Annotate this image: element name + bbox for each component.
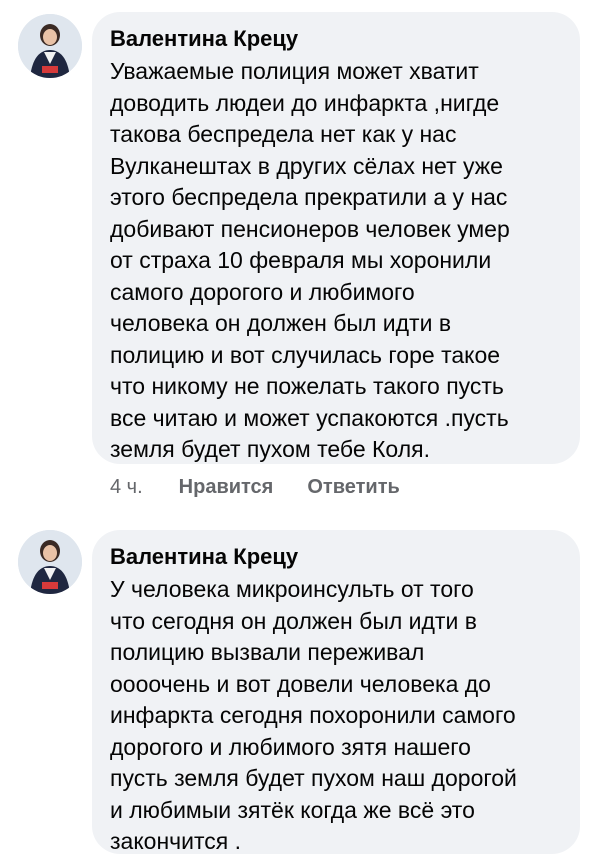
comment-line: самого дорогого и любимого: [110, 278, 415, 305]
comment-line: от страха 10 февраля мы хоронили: [110, 247, 492, 273]
comment-line: что сегодня он должен был идти в: [110, 607, 477, 634]
comment-text: У человека микроинсульть от того что сег…: [110, 574, 562, 858]
comment-line: полицию вызвали переживал: [110, 639, 425, 665]
user-avatar-icon: [18, 14, 82, 78]
comment-line: инфаркта сегодня похоронили самого: [110, 702, 516, 728]
comment-line: пусть земля будет пухом наш дорогой: [110, 765, 517, 791]
user-avatar-icon: [18, 530, 82, 594]
comment-line: и любимыи зятёк когда же всё это: [110, 796, 475, 823]
comment-actions: 4 ч. Нравится Ответить: [110, 474, 400, 500]
comment-line: такова беспредела нет как у нас: [110, 121, 457, 147]
comment-author[interactable]: Валентина Крецу: [110, 542, 562, 572]
comment-line: добивают пенсионеров человек умер: [110, 215, 510, 242]
comment-line: Уважаемые полиция может хватит: [110, 58, 479, 84]
comment-line: все читаю и может успакоются .пусть: [110, 404, 509, 431]
like-button[interactable]: Нравится: [179, 474, 274, 500]
avatar[interactable]: [18, 530, 82, 594]
comment-line: что никому не пожелать такого пусть: [110, 373, 504, 399]
comment-line: оооочень и вот довели человека до: [110, 670, 491, 697]
comment-line: этого беспредела прекратили а у нас: [110, 184, 508, 210]
comment-line: человека он должен был идти в: [110, 310, 452, 336]
comment-line: полицию и вот случилась горе такое: [110, 341, 501, 368]
comment-line: дорогого и любимого зятя нашего: [110, 733, 471, 760]
reply-button[interactable]: Ответить: [307, 474, 399, 500]
comment-line: Вулканештах в других сёлах нет уже: [110, 152, 503, 179]
comment-line: закончится .: [110, 828, 241, 854]
comment-line: доводить людеи до инфаркта ,нигде: [110, 89, 500, 116]
comment-line: земля будет пухом тебе Коля.: [110, 436, 430, 462]
avatar[interactable]: [18, 14, 82, 78]
comment-text: Уважаемые полиция может хватит доводить …: [110, 56, 562, 466]
comment-bubble: Валентина Крецу Уважаемые полиция может …: [92, 12, 580, 464]
comment-bubble: Валентина Крецу У человека микроинсульть…: [92, 530, 580, 854]
comment-timestamp[interactable]: 4 ч.: [110, 474, 143, 500]
comment-line: У человека микроинсульть от того: [110, 576, 474, 602]
comment-author[interactable]: Валентина Крецу: [110, 24, 562, 54]
